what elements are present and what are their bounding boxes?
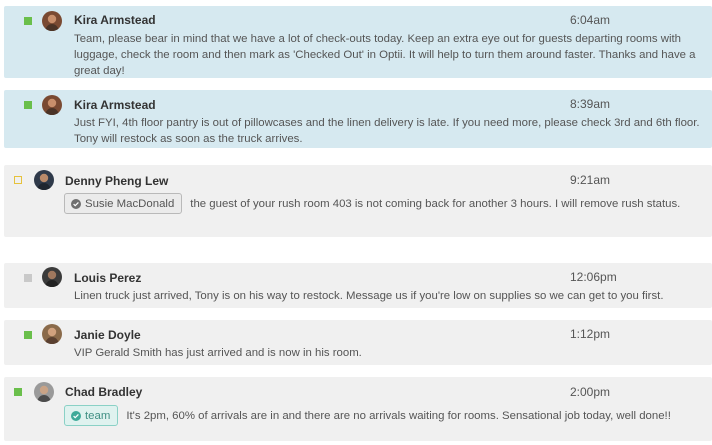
- status-indicator: [24, 331, 32, 339]
- timestamp: 2:00pm: [570, 385, 611, 399]
- status-indicator: [24, 274, 32, 282]
- timestamp: 6:04am: [570, 13, 611, 27]
- author-name[interactable]: Janie Doyle: [74, 328, 141, 342]
- message-feed: Kira Armstead 6:04am Team, please bear i…: [0, 0, 712, 445]
- avatar[interactable]: [34, 382, 54, 402]
- author-name[interactable]: Denny Pheng Lew: [65, 174, 168, 188]
- status-indicator: [24, 101, 32, 109]
- message-text: the guest of your rush room 403 is not c…: [190, 197, 681, 210]
- mention-chip-label: Susie MacDonald: [85, 197, 175, 210]
- message-card[interactable]: Kira Armstead 6:04am Team, please bear i…: [4, 6, 712, 78]
- author-name[interactable]: Louis Perez: [74, 271, 141, 285]
- message-body: Just FYI, 4th floor pantry is out of pil…: [74, 115, 708, 147]
- timestamp: 1:12pm: [570, 327, 611, 341]
- status-indicator: [14, 388, 22, 396]
- status-indicator: [14, 176, 22, 184]
- avatar[interactable]: [42, 324, 62, 344]
- message-card[interactable]: Kira Armstead 8:39am Just FYI, 4th floor…: [4, 90, 712, 148]
- message-card[interactable]: Janie Doyle 1:12pm VIP Gerald Smith has …: [4, 320, 712, 365]
- message-text: It's 2pm, 60% of arrivals are in and the…: [126, 409, 671, 422]
- timestamp: 12:06pm: [570, 270, 617, 284]
- timestamp: 9:21am: [570, 173, 611, 187]
- author-name[interactable]: Kira Armstead: [74, 13, 156, 27]
- message-body: Susie MacDonald the guest of your rush r…: [64, 193, 680, 214]
- message-body: VIP Gerald Smith has just arrived and is…: [74, 347, 362, 359]
- avatar[interactable]: [42, 267, 62, 287]
- author-name[interactable]: Chad Bradley: [65, 385, 142, 399]
- message-body: Linen truck just arrived, Tony is on his…: [74, 290, 664, 302]
- check-circle-icon: [71, 198, 81, 209]
- message-card[interactable]: Chad Bradley 2:00pm team It's 2pm, 60% o…: [4, 377, 712, 441]
- body-line: great day!: [74, 65, 125, 77]
- message-card[interactable]: Denny Pheng Lew 9:21am Susie MacDonald t…: [4, 165, 712, 237]
- body-line: Team, please bear in mind that we have a…: [74, 33, 681, 45]
- message-body: team It's 2pm, 60% of arrivals are in an…: [64, 405, 671, 426]
- avatar[interactable]: [34, 170, 54, 190]
- message-body: Team, please bear in mind that we have a…: [74, 31, 708, 79]
- body-line: Just FYI, 4th floor pantry is out of pil…: [74, 117, 700, 129]
- avatar[interactable]: [42, 95, 62, 115]
- body-line: luggage, check the room and then mark as…: [74, 49, 696, 61]
- body-line: Tony will restock as soon as the truck a…: [74, 133, 303, 145]
- avatar[interactable]: [42, 11, 62, 31]
- team-chip-label: team: [85, 409, 111, 422]
- check-circle-icon: [71, 410, 81, 421]
- timestamp: 8:39am: [570, 97, 611, 111]
- team-chip[interactable]: team: [64, 405, 119, 426]
- message-card[interactable]: Louis Perez 12:06pm Linen truck just arr…: [4, 263, 712, 308]
- status-indicator: [24, 17, 32, 25]
- author-name[interactable]: Kira Armstead: [74, 98, 156, 112]
- mention-chip[interactable]: Susie MacDonald: [64, 193, 183, 214]
